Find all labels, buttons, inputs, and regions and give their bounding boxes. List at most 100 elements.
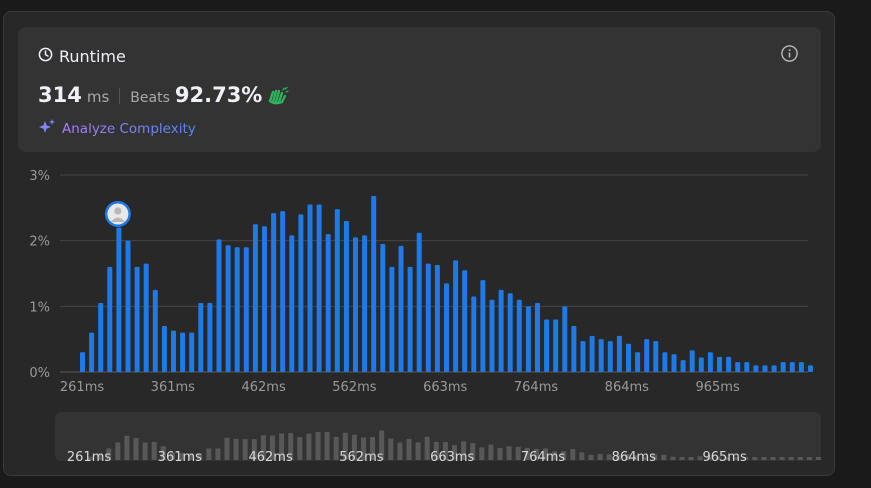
slider-mini-bar [415, 442, 421, 460]
chart-bar [589, 335, 595, 372]
slider-mini-bar [579, 452, 585, 460]
chart-bar [753, 365, 759, 372]
chart-bar [544, 319, 550, 372]
slider-mini-bar [333, 436, 339, 460]
chart-bar [334, 209, 340, 372]
x-tick-label: 864ms [605, 380, 649, 395]
slider-mini-bar [806, 457, 812, 460]
chart-bar [771, 365, 777, 372]
chart-bar [307, 204, 313, 372]
slider-mini-bar [115, 442, 121, 460]
avatar-head [114, 207, 122, 215]
x-tick-label: 361ms [151, 380, 195, 395]
slider-mini-bar [488, 444, 494, 460]
chart-bar [598, 339, 604, 372]
slider-mini-bar [479, 447, 485, 460]
slider-tick-label: 965ms [702, 450, 746, 465]
y-tick-label: 0% [29, 366, 50, 381]
chart-bar [98, 303, 104, 372]
runtime-distribution-chart[interactable]: 0% 1% 2% 3% 261ms 361ms 462ms 562ms 663ms 764ms 8… [0, 0, 871, 488]
slider-mini-bar [233, 438, 239, 460]
x-tick-label: 663ms [423, 380, 467, 395]
chart-bar [607, 341, 613, 372]
chart-bar [189, 332, 195, 372]
slider-mini-bar [761, 457, 767, 460]
chart-bar [571, 326, 577, 372]
slider-mini-bar [224, 437, 230, 460]
chart-bar [507, 293, 513, 372]
slider-mini-bar [306, 433, 312, 460]
slider-mini-bar [324, 431, 330, 460]
chart-bar [116, 227, 122, 372]
slider-mini-bar [406, 438, 412, 460]
chart-bar [735, 362, 741, 372]
x-tick-label: 462ms [241, 380, 285, 395]
slider-tick-label: 764ms [521, 450, 565, 465]
chart-bar [280, 211, 286, 372]
chart-bar [325, 234, 331, 372]
slider-mini-bar [142, 442, 148, 460]
slider-tick-label: 562ms [339, 450, 383, 465]
chart-bar [726, 356, 732, 372]
x-tick-label: 764ms [514, 380, 558, 395]
chart-bar [134, 266, 140, 372]
y-tick-label: 2% [29, 235, 50, 250]
x-axis-labels: 261ms 361ms 462ms 562ms 663ms 764ms 864ms 965ms [60, 380, 740, 395]
slider-mini-bar [388, 438, 394, 460]
chart-bar [498, 289, 504, 372]
x-tick-label: 261ms [60, 380, 104, 395]
slider-tick-label: 663ms [430, 450, 474, 465]
slider-mini-bar [816, 457, 821, 460]
chart-bars [80, 196, 813, 372]
chart-bar [225, 245, 231, 372]
chart-bar [271, 213, 277, 372]
chart-bar [171, 330, 176, 372]
x-tick-label: 965ms [695, 380, 739, 395]
slider-mini-bar [670, 456, 676, 460]
slider-mini-bar [133, 438, 139, 460]
chart-bar [371, 196, 377, 372]
slider-mini-bar [752, 457, 758, 460]
chart-bar [180, 332, 186, 372]
chart-bar [234, 247, 240, 372]
chart-bar [671, 354, 677, 372]
chart-bar [626, 343, 631, 372]
chart-bar [80, 352, 85, 372]
slider-mini-bar [397, 442, 403, 460]
chart-bar [425, 263, 431, 372]
chart-bar [143, 263, 149, 372]
chart-bar [462, 270, 468, 372]
chart-bar [380, 243, 386, 372]
avatar-icon [104, 201, 131, 227]
chart-bar [216, 239, 222, 372]
chart-bar [562, 306, 568, 372]
chart-bar [125, 240, 131, 372]
chart-bar [416, 232, 422, 372]
chart-bar [580, 341, 586, 372]
slider-mini-bar [315, 431, 321, 460]
chart-bar [680, 360, 686, 372]
chart-bar [662, 352, 668, 372]
slider-mini-bar [570, 449, 576, 460]
chart-bar [780, 362, 786, 372]
chart-bar [707, 352, 713, 372]
slider-mini-bar [779, 457, 785, 460]
slider-mini-bar [497, 447, 503, 460]
chart-bar [262, 226, 267, 372]
chart-bar [489, 299, 495, 372]
slider-mini-bar [424, 436, 430, 460]
slider-mini-bar [124, 435, 130, 460]
chart-bar [316, 204, 322, 372]
slider-mini-bar [588, 454, 594, 460]
chart-bar [808, 365, 813, 372]
chart-bar [161, 326, 167, 372]
y-tick-label: 3% [29, 169, 50, 184]
chart-bar [616, 335, 622, 372]
chart-bar [553, 319, 559, 372]
chart-bar [152, 289, 158, 372]
chart-bar [434, 264, 440, 372]
chart-bar [798, 362, 804, 372]
y-tick-label: 1% [29, 300, 50, 315]
chart-bar [698, 357, 704, 372]
slider-mini-bar [206, 448, 212, 460]
